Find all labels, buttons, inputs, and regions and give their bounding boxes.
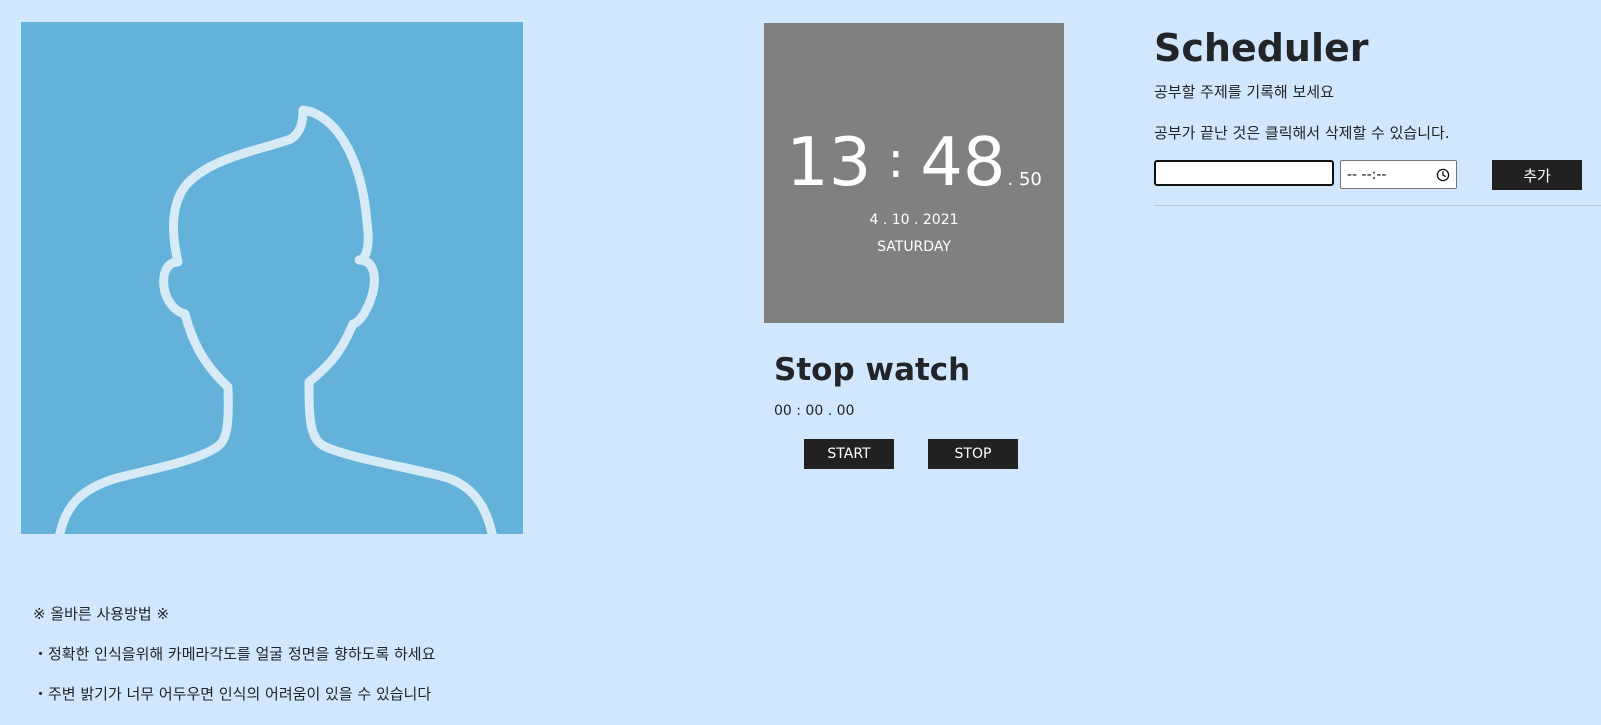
clock-separator: : — [887, 131, 905, 189]
clock-weekday: SATURDAY — [877, 239, 951, 255]
clock-centiseconds: . 50 — [1007, 169, 1042, 190]
scheduler-hint: 공부가 끝난 것은 클릭해서 삭제할 수 있습니다. — [1154, 124, 1450, 142]
time-input-placeholder: -- --:-- — [1347, 166, 1387, 183]
usage-tip: ・주변 밝기가 너무 어두우면 인식의 어려움이 있을 수 있습니다 — [33, 685, 432, 703]
time-input[interactable]: -- --:-- — [1340, 160, 1457, 189]
clock-date: 4 . 10 . 2021 — [869, 212, 959, 228]
usage-instructions: ※ 올바른 사용방법 ※ ・정확한 인식을위해 카메라각도를 얼굴 정면을 향하… — [33, 604, 435, 724]
usage-tip: ・정확한 인식을위해 카메라각도를 얼굴 정면을 향하도록 하세요 — [33, 645, 436, 663]
user-silhouette-icon — [55, 105, 497, 534]
usage-heading: ※ 올바른 사용방법 ※ — [33, 605, 170, 623]
stopwatch-title: Stop watch — [774, 352, 971, 388]
scheduler-title: Scheduler — [1154, 26, 1369, 70]
scheduler-description: 공부할 주제를 기록해 보세요 — [1154, 83, 1334, 101]
clock-minutes: 48 — [920, 123, 1006, 201]
scheduler-divider — [1154, 205, 1601, 206]
clock-hours: 13 — [786, 123, 872, 201]
stop-button[interactable]: STOP — [928, 439, 1018, 469]
clock-icon[interactable] — [1436, 168, 1450, 182]
start-button[interactable]: START — [804, 439, 894, 469]
clock-time: 13:48. 50 — [764, 120, 1064, 220]
stopwatch-display: 00 : 00 . 00 — [774, 403, 855, 419]
add-button[interactable]: 추가 — [1492, 160, 1582, 190]
camera-view — [21, 22, 523, 534]
digital-clock: 13:48. 50 4 . 10 . 2021 SATURDAY — [764, 23, 1064, 323]
task-input[interactable] — [1154, 160, 1334, 186]
